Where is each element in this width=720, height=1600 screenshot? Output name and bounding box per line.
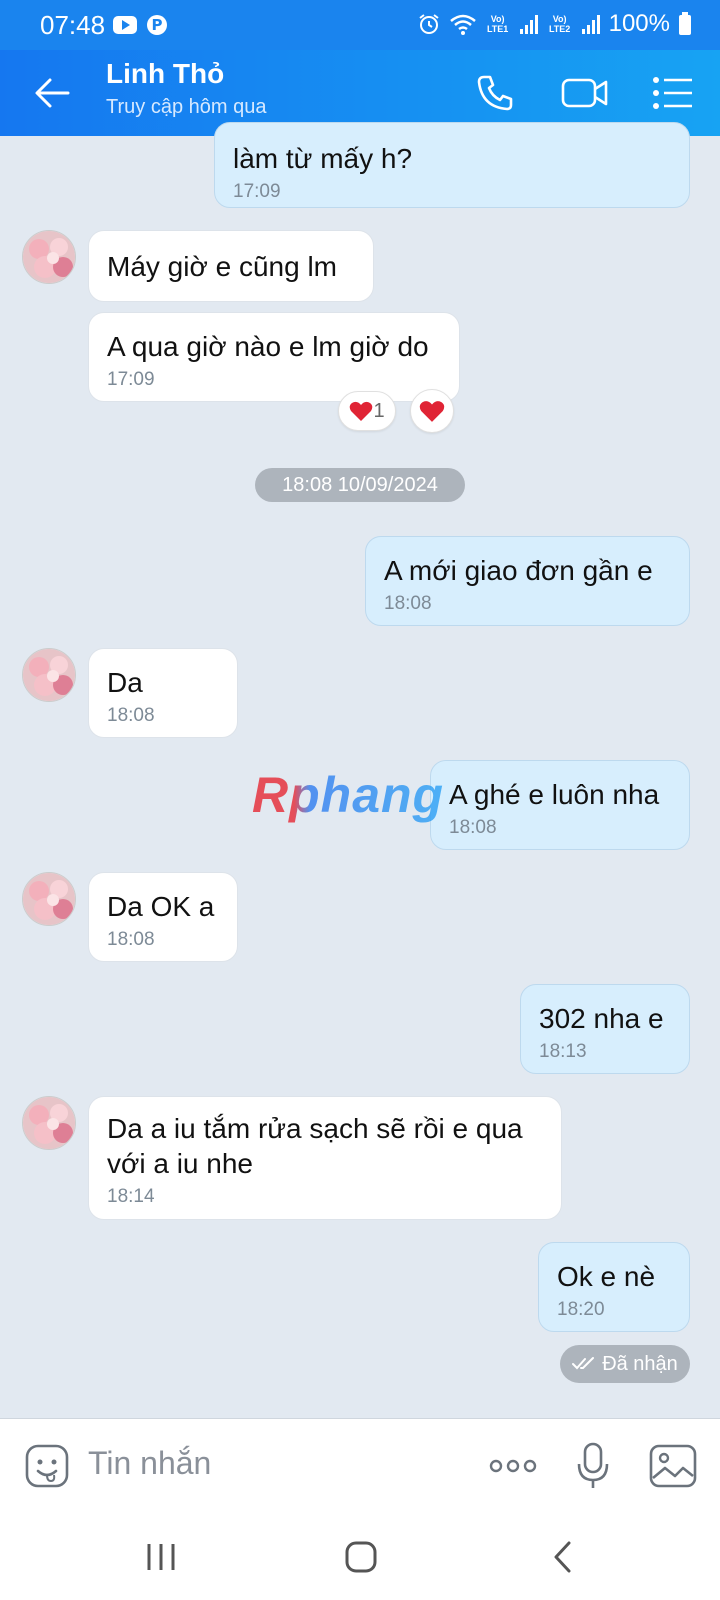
message-time: 18:08 [107, 929, 155, 950]
contact-avatar[interactable] [22, 872, 76, 926]
emoji-button[interactable] [22, 1441, 72, 1491]
status-bar: 07:48 P Vo) LTE1 Vo) LTE2 100% [0, 0, 720, 50]
message-input[interactable]: Tin nhắn [88, 1445, 211, 1482]
double-check-icon [572, 1357, 595, 1370]
status-time: 07:48 [40, 10, 106, 40]
message-time: 18:20 [557, 1299, 605, 1320]
send-image-button[interactable] [648, 1441, 698, 1491]
message-bubble-outgoing[interactable]: làm từ mấy h? 17:09 [214, 122, 690, 208]
contact-avatar[interactable] [22, 1096, 76, 1150]
signal-icon [581, 15, 600, 34]
voice-message-button[interactable] [568, 1441, 618, 1491]
recent-apps-button[interactable] [136, 1532, 186, 1582]
message-time: 18:14 [107, 1186, 155, 1207]
contact-avatar[interactable] [22, 230, 76, 284]
alarm-icon [419, 14, 439, 34]
youtube-icon [113, 16, 137, 34]
message-bubble-outgoing[interactable]: A ghé e luôn nha 18:08 [430, 760, 690, 850]
video-call-button[interactable] [560, 68, 610, 118]
image-icon [649, 1444, 697, 1488]
message-time: 18:08 [384, 593, 432, 614]
list-menu-icon [653, 77, 692, 109]
message-bubble-outgoing[interactable]: Ok e nè 18:20 [538, 1242, 690, 1332]
message-text: A qua giờ nào e lm giờ do [107, 331, 429, 362]
sim1-label: Vo) LTE1 [486, 14, 509, 34]
delivery-status-label: Đã nhận [602, 1352, 678, 1375]
message-text: Ok e nè [557, 1261, 656, 1292]
battery-percent: 100% [608, 10, 670, 37]
home-button[interactable] [336, 1532, 386, 1582]
recent-apps-icon [147, 1544, 175, 1570]
message-input-bar: Tin nhắn [0, 1418, 720, 1514]
contact-status: Truy cập hôm qua [106, 96, 267, 118]
chevron-left-icon [554, 1541, 571, 1573]
call-button[interactable] [470, 68, 520, 118]
phone-icon [477, 75, 513, 111]
message-bubble-incoming[interactable]: Máy giờ e cũng lm [88, 230, 374, 302]
system-back-button[interactable] [538, 1532, 588, 1582]
battery-icon [679, 12, 691, 35]
message-bubble-incoming[interactable]: Da a iu tắm rửa sạch sẽ rồi e qua với a … [88, 1096, 562, 1220]
message-text: làm từ mấy h? [233, 143, 413, 174]
contact-avatar[interactable] [22, 648, 76, 702]
heart-icon [419, 401, 445, 422]
message-text: 302 nha e [539, 1003, 664, 1034]
microphone-icon [577, 1442, 609, 1488]
message-bubble-outgoing[interactable]: A mới giao đơn gần e 18:08 [365, 536, 690, 626]
message-text: A ghé e luôn nha [449, 779, 660, 810]
heart-icon [350, 401, 373, 421]
message-text: Máy giờ e cũng lm [107, 251, 338, 282]
svg-text:P: P [152, 16, 163, 34]
message-text: A mới giao đơn gần e [384, 555, 653, 586]
reaction-summary[interactable]: 1 [338, 391, 396, 431]
status-right: Vo) LTE1 Vo) LTE2 100% [417, 10, 692, 38]
wifi-icon [449, 14, 476, 35]
message-bubble-incoming[interactable]: Da OK a 18:08 [88, 872, 238, 962]
reaction-count: 1 [373, 399, 385, 422]
message-bubble-outgoing[interactable]: 302 nha e 18:13 [520, 984, 690, 1074]
delivery-status-badge: Đã nhận [560, 1345, 690, 1383]
back-arrow-icon [35, 78, 70, 108]
system-navigation-bar [0, 1514, 720, 1600]
pinterest-icon: P [147, 15, 167, 35]
react-button[interactable] [410, 389, 454, 433]
message-bubble-incoming[interactable]: Da 18:08 [88, 648, 238, 738]
sim2-label: Vo) LTE2 [548, 14, 571, 34]
message-time: 18:08 [449, 817, 497, 838]
message-time: 17:09 [233, 181, 281, 202]
more-dots-icon [489, 1459, 537, 1473]
message-text: Da OK a [107, 891, 215, 922]
message-bubble-incoming[interactable]: A qua giờ nào e lm giờ do 17:09 [88, 312, 460, 402]
menu-button[interactable] [648, 68, 698, 118]
more-options-button[interactable] [488, 1441, 538, 1491]
message-text: Da a iu tắm rửa sạch sẽ rồi e qua với a … [107, 1113, 523, 1179]
back-button[interactable] [30, 70, 76, 116]
contact-name[interactable]: Linh Thỏ [106, 58, 224, 90]
date-separator: 18:08 10/09/2024 [255, 468, 465, 502]
status-app-icons: P [112, 14, 168, 36]
watermark-logo: Rphang [252, 767, 445, 823]
signal-icon [519, 15, 538, 34]
message-time: 17:09 [107, 369, 155, 390]
message-text: Da [107, 667, 143, 698]
message-time: 18:13 [539, 1041, 587, 1062]
home-icon [345, 1541, 377, 1573]
message-time: 18:08 [107, 705, 155, 726]
emoji-icon [25, 1444, 69, 1488]
video-camera-icon [561, 78, 608, 108]
